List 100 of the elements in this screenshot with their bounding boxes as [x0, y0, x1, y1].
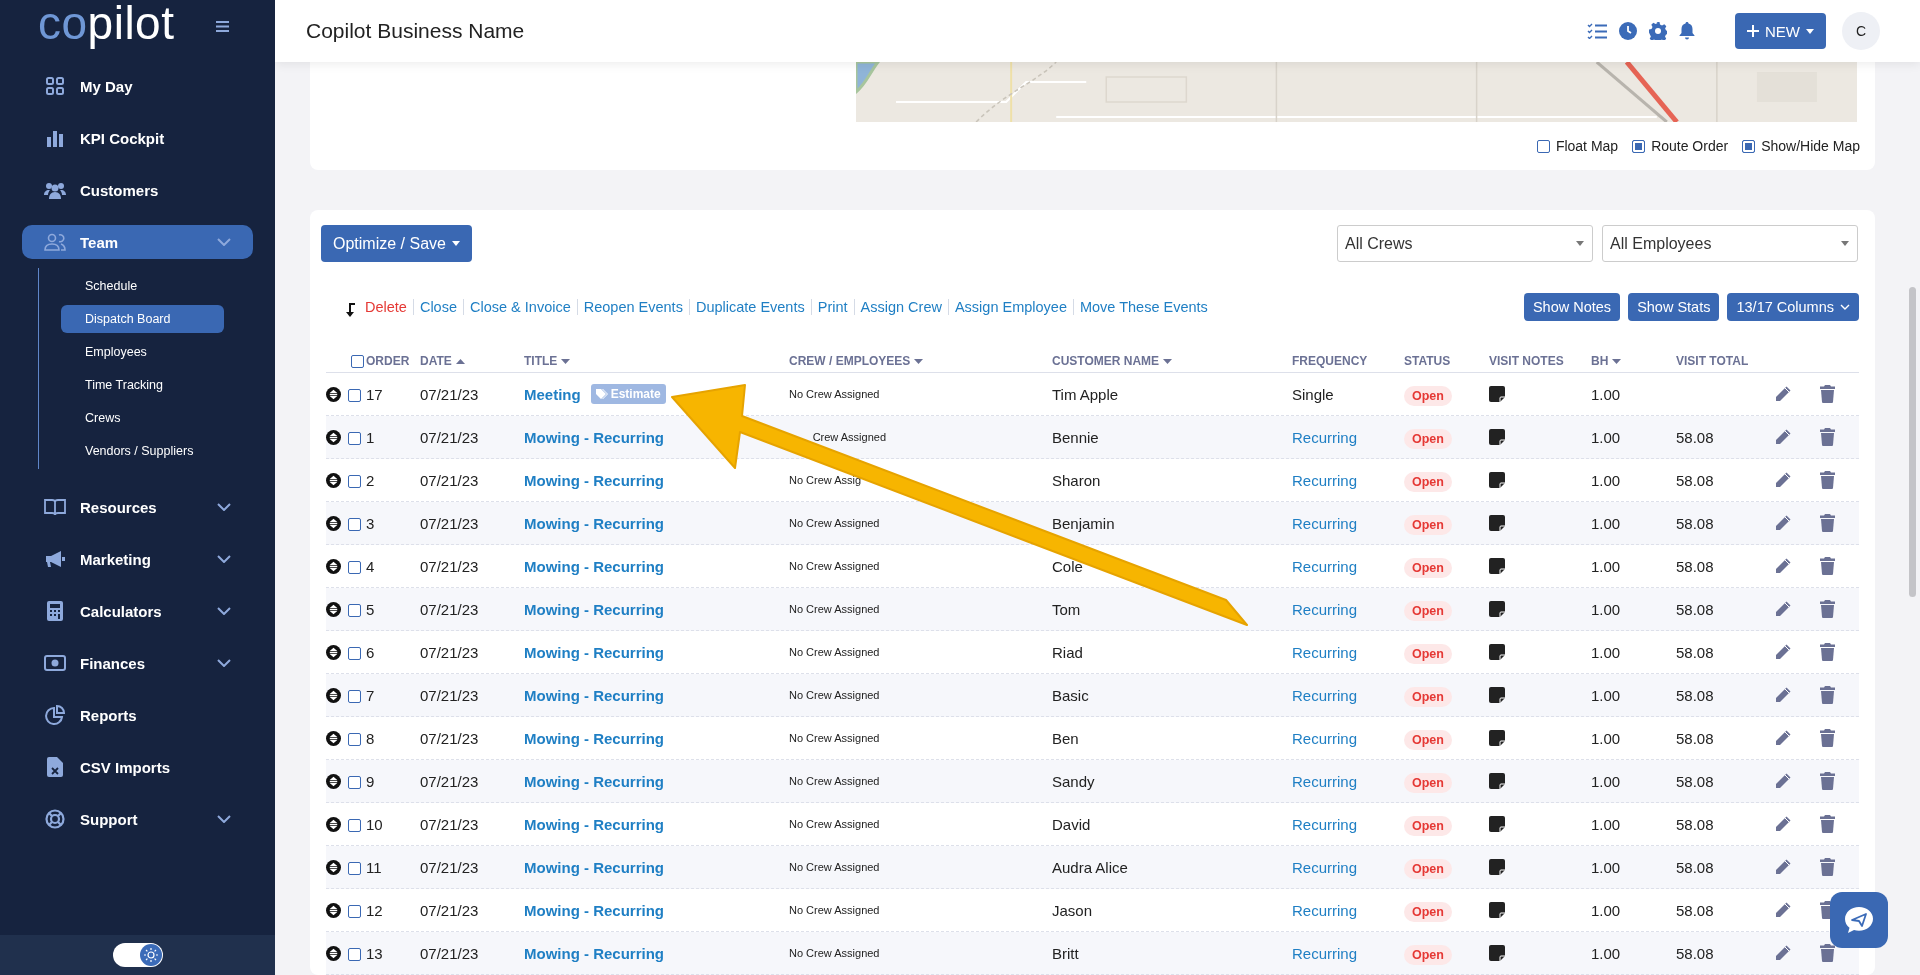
action-link[interactable]: Reopen Events — [583, 299, 683, 315]
action-link[interactable]: Delete — [365, 299, 407, 315]
frequency-link[interactable]: Recurring — [1292, 901, 1404, 919]
drag-handle-icon[interactable] — [326, 386, 341, 402]
frequency-link[interactable]: Recurring — [1292, 944, 1404, 962]
frequency-link[interactable]: Recurring — [1292, 600, 1404, 618]
drag-handle-icon[interactable] — [326, 644, 341, 660]
drag-handle-icon[interactable] — [326, 859, 341, 875]
sidebar-item[interactable]: Calculators — [22, 594, 253, 628]
column-header[interactable]: CREW / EMPLOYEES — [789, 354, 1052, 368]
sidebar-item[interactable]: Marketing — [22, 542, 253, 576]
menu-icon[interactable] — [216, 20, 230, 32]
new-button[interactable]: NEW — [1735, 13, 1826, 49]
drag-handle-icon[interactable] — [326, 902, 341, 918]
employee-select[interactable]: All Employees — [1602, 225, 1858, 262]
pencil-icon[interactable] — [1774, 944, 1792, 962]
sidebar-item[interactable]: Team — [22, 225, 253, 259]
event-title-link[interactable]: Mowing - Recurring — [524, 600, 664, 618]
pencil-icon[interactable] — [1774, 600, 1792, 618]
trash-icon[interactable] — [1820, 471, 1835, 489]
pencil-icon[interactable] — [1774, 772, 1792, 790]
trash-icon[interactable] — [1820, 514, 1835, 532]
sticky-note-icon[interactable] — [1489, 859, 1505, 875]
sidebar-subitem[interactable]: Crews — [61, 404, 224, 432]
toolbar-button[interactable]: 13/17 Columns — [1727, 293, 1859, 321]
pencil-icon[interactable] — [1774, 385, 1792, 403]
pencil-icon[interactable] — [1774, 643, 1792, 661]
trash-icon[interactable] — [1820, 385, 1835, 403]
drag-handle-icon[interactable] — [326, 730, 341, 746]
sticky-note-icon[interactable] — [1489, 902, 1505, 918]
sticky-note-icon[interactable] — [1489, 730, 1505, 746]
event-title-link[interactable]: Mowing - Recurring — [524, 772, 664, 790]
checkbox[interactable] — [1632, 139, 1646, 153]
bell-icon[interactable] — [1679, 22, 1695, 40]
event-title-link[interactable]: Mowing - Recurring — [524, 815, 664, 833]
checklist-icon[interactable] — [1587, 23, 1607, 39]
drag-handle-icon[interactable] — [326, 945, 341, 961]
sidebar-subitem[interactable]: Employees — [61, 338, 224, 366]
row-checkbox[interactable] — [348, 819, 361, 832]
pencil-icon[interactable] — [1774, 471, 1792, 489]
sticky-note-icon[interactable] — [1489, 386, 1505, 402]
row-checkbox[interactable] — [348, 604, 361, 617]
frequency-link[interactable]: Recurring — [1292, 514, 1404, 532]
row-checkbox[interactable] — [348, 905, 361, 918]
frequency-link[interactable]: Recurring — [1292, 686, 1404, 704]
event-title-link[interactable]: Mowing - Recurring — [524, 557, 664, 575]
sidebar-item[interactable]: Reports — [22, 698, 253, 732]
frequency-link[interactable]: Recurring — [1292, 557, 1404, 575]
scrollbar-thumb[interactable] — [1909, 287, 1916, 597]
clock-icon[interactable] — [1619, 22, 1637, 40]
action-link[interactable]: Close & Invoice — [470, 299, 571, 315]
trash-icon[interactable] — [1820, 815, 1835, 833]
sidebar-item[interactable]: KPI Cockpit — [22, 121, 253, 155]
sidebar-item[interactable]: My Day — [22, 69, 253, 103]
frequency-link[interactable]: Recurring — [1292, 471, 1404, 489]
row-checkbox[interactable] — [348, 733, 361, 746]
sidebar-subitem[interactable]: Dispatch Board — [61, 305, 224, 333]
event-title-link[interactable]: Mowing - Recurring — [524, 514, 664, 532]
trash-icon[interactable] — [1820, 858, 1835, 876]
event-title-link[interactable]: Mowing - Recurring — [524, 944, 664, 962]
row-checkbox[interactable] — [348, 690, 361, 703]
row-checkbox[interactable] — [348, 475, 361, 488]
sticky-note-icon[interactable] — [1489, 601, 1505, 617]
checkbox[interactable] — [1742, 139, 1756, 153]
drag-handle-icon[interactable] — [326, 429, 341, 445]
theme-toggle[interactable] — [112, 943, 163, 967]
sidebar-item[interactable]: Finances — [22, 646, 253, 680]
event-title-link[interactable]: Mowing - Recurring — [524, 428, 664, 446]
action-link[interactable]: Assign Employee — [954, 299, 1067, 315]
row-checkbox[interactable] — [348, 647, 361, 660]
column-header[interactable]: CUSTOMER NAME — [1052, 354, 1292, 368]
sticky-note-icon[interactable] — [1489, 558, 1505, 574]
chat-button[interactable] — [1830, 892, 1888, 948]
trash-icon[interactable] — [1820, 557, 1835, 575]
sidebar-subitem[interactable]: Time Tracking — [61, 371, 224, 399]
frequency-link[interactable]: Recurring — [1292, 815, 1404, 833]
frequency-link[interactable]: Recurring — [1292, 643, 1404, 661]
sticky-note-icon[interactable] — [1489, 687, 1505, 703]
row-checkbox[interactable] — [348, 862, 361, 875]
sticky-note-icon[interactable] — [1489, 945, 1505, 961]
pencil-icon[interactable] — [1774, 901, 1792, 919]
toolbar-button[interactable]: Show Stats — [1628, 293, 1720, 321]
frequency-link[interactable]: Recurring — [1292, 858, 1404, 876]
trash-icon[interactable] — [1820, 643, 1835, 661]
user-avatar[interactable]: C — [1842, 12, 1880, 50]
sidebar-item[interactable]: Customers — [22, 173, 253, 207]
select-all-checkbox[interactable] — [351, 354, 364, 368]
sticky-note-icon[interactable] — [1489, 644, 1505, 660]
drag-handle-icon[interactable] — [326, 558, 341, 574]
sidebar-item[interactable]: Resources — [22, 490, 253, 524]
trash-icon[interactable] — [1820, 944, 1835, 962]
pencil-icon[interactable] — [1774, 557, 1792, 575]
drag-handle-icon[interactable] — [326, 601, 341, 617]
checkbox[interactable] — [1536, 139, 1550, 153]
optimize-save-button[interactable]: Optimize / Save — [321, 225, 472, 262]
row-checkbox[interactable] — [348, 948, 361, 961]
pencil-icon[interactable] — [1774, 858, 1792, 876]
row-checkbox[interactable] — [348, 432, 361, 445]
event-title-link[interactable]: Mowing - Recurring — [524, 471, 664, 489]
trash-icon[interactable] — [1820, 428, 1835, 446]
